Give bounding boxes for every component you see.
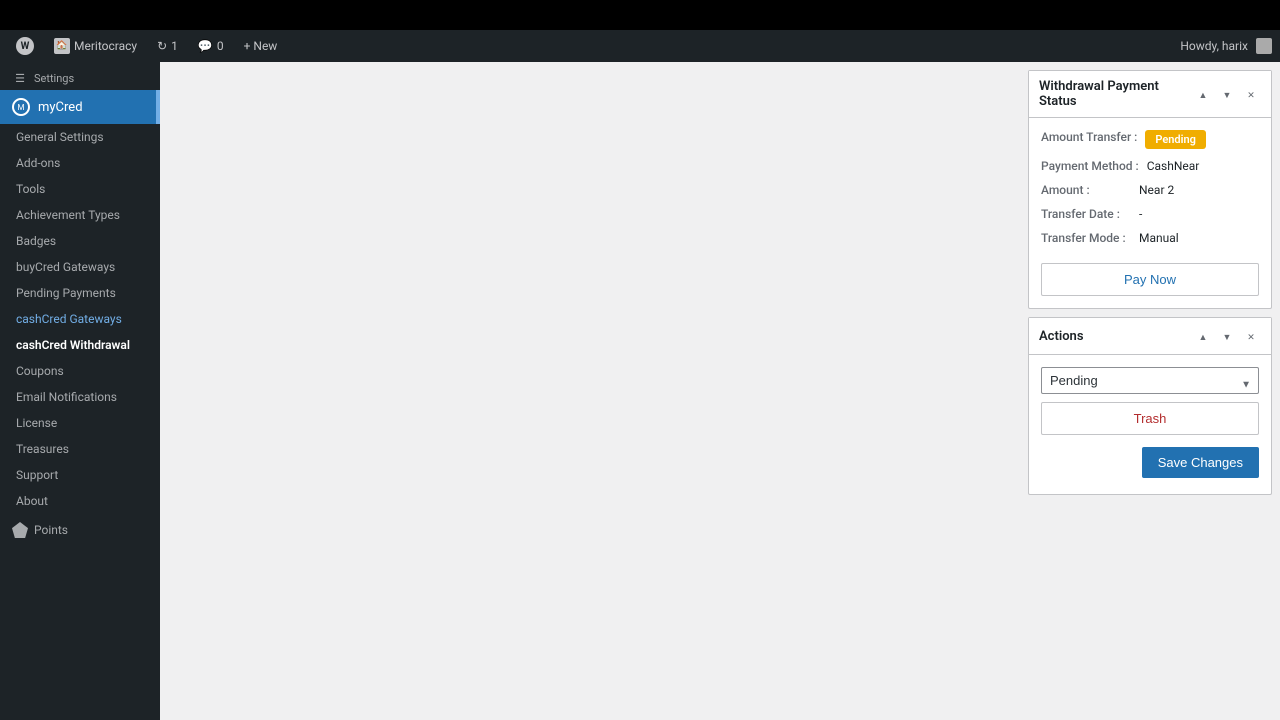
top-black-bar [0,0,1280,30]
admin-bar: W 🏠 Meritocracy ↻ 1 💬 0 + New Howdy, har… [0,30,1280,62]
updates-item[interactable]: ↻ 1 [149,30,186,62]
settings-icon: ☰ [12,70,28,86]
main-layout: ☰ Settings M myCred General SettingsAdd-… [0,62,1280,720]
save-row: Save Changes [1041,435,1259,482]
chevron-up-icon [1199,329,1208,343]
sidebar-points-item[interactable]: Points [0,514,160,546]
withdrawal-widget-controls [1193,84,1261,104]
payment-method-label: Payment Method : [1041,159,1139,173]
close-icon [1247,329,1255,343]
wp-logo-icon: W [16,37,34,55]
status-select[interactable]: Pending Approved Rejected [1041,367,1259,394]
transfer-date-value: - [1139,207,1259,221]
sidebar-item-coupons[interactable]: Coupons [0,358,160,384]
sidebar: ☰ Settings M myCred General SettingsAdd-… [0,62,160,720]
sidebar-item-pending-payments[interactable]: Pending Payments [0,280,160,306]
site-name: Meritocracy [74,39,137,53]
points-icon [12,522,28,538]
actions-widget: Actions Pending App [1028,317,1272,495]
chevron-down-icon [1223,87,1232,101]
actions-widget-title: Actions [1039,329,1084,344]
chevron-up-icon [1199,87,1208,101]
sidebar-item-tools[interactable]: Tools [0,176,160,202]
transfer-date-row: Transfer Date : - [1041,207,1259,221]
actions-widget-header: Actions [1029,318,1271,355]
sidebar-item-support[interactable]: Support [0,462,160,488]
sidebar-settings-label: ☰ Settings [0,62,160,90]
withdrawal-widget: Withdrawal Payment Status Amount Transfe… [1028,70,1272,309]
user-avatar[interactable] [1256,38,1272,54]
sidebar-item-general-settings[interactable]: General Settings [0,124,160,150]
status-select-wrapper: Pending Approved Rejected ▼ [1041,367,1259,402]
amount-row: Amount : Near 2 [1041,183,1259,197]
trash-button[interactable]: Trash [1041,402,1259,435]
save-changes-button[interactable]: Save Changes [1142,447,1259,478]
site-name-item[interactable]: 🏠 Meritocracy [46,30,145,62]
sidebar-item-buycred-gateways[interactable]: buyCred Gateways [0,254,160,280]
transfer-mode-value: Manual [1139,231,1259,245]
content-area [160,62,1020,720]
withdrawal-widget-body: Amount Transfer : Pending Payment Method… [1029,118,1271,308]
admin-bar-right: Howdy, harix [1172,38,1272,54]
wp-logo-item[interactable]: W [8,30,42,62]
comments-item[interactable]: 💬 0 [190,30,232,62]
transfer-mode-row: Transfer Mode : Manual [1041,231,1259,245]
sidebar-menu: General SettingsAdd-onsToolsAchievement … [0,124,160,514]
pay-now-button[interactable]: Pay Now [1041,263,1259,296]
site-icon: 🏠 [54,38,70,54]
withdrawal-widget-header: Withdrawal Payment Status [1029,71,1271,118]
new-item[interactable]: + New [236,30,286,62]
mycred-label: myCred [38,100,83,115]
actions-close-btn[interactable] [1241,326,1261,346]
pending-badge: Pending [1145,130,1206,149]
actions-collapse-up-btn[interactable] [1193,326,1213,346]
chevron-down-icon [1223,329,1232,343]
settings-text: Settings [34,72,74,85]
amount-transfer-row: Amount Transfer : Pending [1041,130,1259,149]
sidebar-item-email-notifications[interactable]: Email Notifications [0,384,160,410]
right-panel: Withdrawal Payment Status Amount Transfe… [1020,62,1280,720]
withdrawal-close-btn[interactable] [1241,84,1261,104]
sidebar-item-about[interactable]: About [0,488,160,514]
amount-label: Amount : [1041,183,1131,197]
transfer-mode-label: Transfer Mode : [1041,231,1131,245]
close-icon [1247,87,1255,101]
sidebar-item-cashcred-gateways[interactable]: cashCred Gateways [0,306,160,332]
sidebar-item-add-ons[interactable]: Add-ons [0,150,160,176]
withdrawal-collapse-down-btn[interactable] [1217,84,1237,104]
actions-collapse-down-btn[interactable] [1217,326,1237,346]
comments-count: 0 [217,39,224,53]
mycred-icon: M [12,98,30,116]
points-label: Points [34,523,68,537]
amount-transfer-label: Amount Transfer : [1041,130,1137,144]
new-label: + New [244,39,278,53]
howdy-text: Howdy, harix [1172,39,1256,53]
withdrawal-widget-title: Withdrawal Payment Status [1039,79,1193,109]
sidebar-item-achievement-types[interactable]: Achievement Types [0,202,160,228]
actions-widget-body: Pending Approved Rejected ▼ Trash Save C… [1029,355,1271,494]
comments-icon: 💬 [198,39,213,53]
updates-icon: ↻ [157,39,167,53]
amount-value: Near 2 [1139,183,1259,197]
sidebar-item-badges[interactable]: Badges [0,228,160,254]
sidebar-item-treasures[interactable]: Treasures [0,436,160,462]
updates-count: 1 [171,39,178,53]
transfer-date-label: Transfer Date : [1041,207,1131,221]
sidebar-item-license[interactable]: License [0,410,160,436]
payment-method-value: CashNear [1147,159,1259,173]
sidebar-mycred-item[interactable]: M myCred [0,90,160,124]
sidebar-item-cashcred-withdrawal[interactable]: cashCred Withdrawal [0,332,160,358]
withdrawal-collapse-up-btn[interactable] [1193,84,1213,104]
actions-widget-controls [1193,326,1261,346]
payment-method-row: Payment Method : CashNear [1041,159,1259,173]
